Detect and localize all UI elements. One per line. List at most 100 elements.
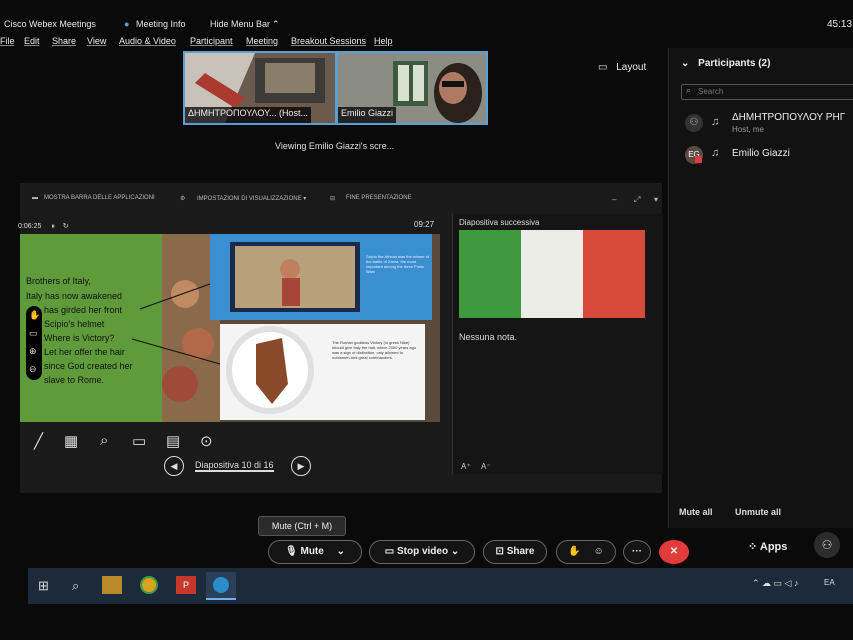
participants-header[interactable]: ⌄ Participants (2) [681,58,770,69]
slide-text-line: Italy has now awakened [26,291,123,301]
slide-text-line: since God created her [44,361,133,371]
menu-meeting[interactable]: Meeting [246,36,278,46]
minimize-icon[interactable]: – [612,195,616,204]
participant-thumbnail-host[interactable]: ΔΗΜΗΤΡΟΠΟΥΛΟΥ... (Host... [183,51,337,125]
apps-button[interactable]: ⁘ Apps [748,540,787,553]
emoji-icon[interactable]: ☺ [594,546,604,557]
menu-breakout-sessions[interactable]: Breakout Sessions [291,36,366,46]
mute-tooltip: Mute (Ctrl + M) [258,516,346,536]
participants-toggle-icon[interactable]: ⚇ [814,532,840,558]
ellipsis-icon: ··· [632,546,642,557]
system-tray-icons[interactable]: ⌃ ☁ ▭ ◁ ♪ [752,578,798,589]
menu-share[interactable]: Share [52,36,76,46]
next-slide-panel: Diapositiva successiva Nessuna nota. A⁺ … [452,214,663,474]
search-icon[interactable]: ⌕ [72,578,79,594]
next-slide-preview[interactable] [459,230,645,318]
slide-caption-blue: Scipio the African was the winner of the… [366,254,430,274]
meeting-clock: 45:13 [827,19,853,30]
subtitles-icon[interactable]: ▤ [166,432,180,450]
powerpoint-icon[interactable]: P [176,576,196,594]
slide-navigation: ◀ Diapositiva 10 di 16 ▶ [160,455,320,477]
thumbnail-name: ΔΗΜΗΤΡΟΠΟΥΛΟΥ... (Host... [185,107,311,123]
chevron-down-icon: ⌄ [681,58,690,69]
hide-menu-bar-button[interactable]: Hide Menu Bar [210,19,270,29]
webex-taskbar-icon[interactable] [206,572,236,600]
chevron-up-icon[interactable]: ⌃ [272,19,280,30]
viewing-status: Viewing Emilio Giazzi's scre... [275,141,395,151]
menu-audio-video[interactable]: Audio & Video [119,36,176,46]
menu-view[interactable]: View [87,36,106,46]
avatar: ⚇ [685,114,703,132]
current-slide: Brothers of Italy, Italy has now awakene… [20,234,440,422]
search-icon: ⌕ [686,85,692,95]
language-indicator[interactable]: EA [824,578,835,587]
more-button[interactable]: ··· [623,540,651,564]
reset-icon[interactable]: ↻ [63,223,69,230]
participant-thumbnail-emilio[interactable]: Emilio Giazzi [336,51,488,125]
stop-video-button[interactable]: ▭ Stop video ⌄ [369,540,475,564]
raise-hand-icon[interactable]: ✋ [568,546,580,557]
os-taskbar: ⊞ ⌕ P ⌃ ☁ ▭ ◁ ♪ EA [28,568,853,604]
zoom-out-icon[interactable]: ⊖ [29,364,37,375]
show-taskbar-button[interactable]: MOSTRA BARRA DELLE APPLICAZIONI [44,195,155,201]
zoom-in-icon[interactable]: ⊕ [29,346,37,357]
hand-icon[interactable]: ✋ [29,310,40,321]
menu-edit[interactable]: Edit [24,36,40,46]
more-options-icon[interactable]: ⊙ [200,432,213,450]
font-decrease-icon[interactable]: A⁻ [481,462,491,471]
search-input[interactable] [698,86,848,97]
font-increase-icon[interactable]: A⁺ [461,462,471,471]
windows-start-icon[interactable]: ⊞ [38,578,49,594]
mute-button[interactable]: 🎙 Mute ⌄ [268,540,362,564]
headset-icon: ♫ [711,147,720,159]
slide-text-line: has girded her front [44,305,123,315]
headset-icon: ♫ [711,116,720,128]
menu-file[interactable]: File [0,36,15,46]
next-slide-label: Diapositiva successiva [459,218,540,227]
participant-row[interactable]: ⚇ ♫ ΔΗΜΗΤΡΟΠΟΥΛΟΥ ΡΗΓ Host, me [681,110,853,140]
elapsed-timer: 0:06:25 ⏸ ↻ [18,223,69,230]
pen-tool-icon[interactable]: ╱ [34,432,43,450]
next-slide-button[interactable]: ▶ [291,456,311,476]
menu-participant[interactable]: Participant [190,36,233,46]
slide-caption-white: The Roman goddess Victory (in greek Nike… [332,340,417,360]
share-icon: ⊡ [495,546,504,557]
slide-text-line: Let her offer the hair [44,347,125,357]
mute-all-button[interactable]: Mute all [679,507,713,517]
display-settings-button[interactable]: IMPOSTAZIONI DI VISUALIZZAZIONE ▾ [197,195,306,202]
magnifier-icon[interactable]: ⌕ [100,432,108,449]
screen-icon[interactable]: ▭ [132,432,146,450]
title-bar: Cisco Webex Meetings ● Meeting Info Hide… [0,10,853,30]
dropdown-icon[interactable]: ▾ [654,195,658,204]
slide-text-line: slave to Rome. [44,375,105,385]
pen-icon[interactable]: ▭ [29,328,38,339]
chrome-icon[interactable] [140,576,158,594]
chevron-down-icon[interactable]: ⌄ [337,546,345,557]
grid-view-icon[interactable]: ▦ [64,432,78,450]
participant-search[interactable]: ⌕ [681,84,853,100]
meeting-info-button[interactable]: Meeting Info [136,19,186,29]
chevron-down-icon[interactable]: ⌄ [451,546,459,557]
previous-slide-button[interactable]: ◀ [164,456,184,476]
file-explorer-icon[interactable] [102,576,122,594]
app-title: Cisco Webex Meetings [4,19,96,29]
muted-badge [695,156,702,163]
slide-counter: Diapositiva 10 di 16 [195,460,274,472]
zoom-controls: ✋ ▭ ⊕ ⊖ [26,306,42,380]
reactions-group[interactable]: ✋ ☺ [556,540,616,564]
layout-icon: ▭ [598,62,608,73]
apps-icon: ⁘ [748,541,758,553]
share-button[interactable]: ⊡ Share [483,540,547,564]
participant-row[interactable]: EG ♫ Emilio Giazzi [681,144,853,168]
info-icon: ● [124,19,130,29]
notes-text: Nessuna nota. [459,332,518,342]
pause-icon[interactable]: ⏸ [51,223,55,230]
menu-help[interactable]: Help [374,36,393,46]
end-meeting-button[interactable]: ✕ [659,540,689,564]
layout-button[interactable]: ▭ Layout [598,62,646,73]
end-presentation-button[interactable]: FINE PRESENTAZIONE [346,195,412,201]
taskbar-icon: ▬ [32,195,38,201]
expand-icon[interactable]: ⤢ [634,195,640,205]
unmute-all-button[interactable]: Unmute all [735,507,781,517]
participant-name: Emilio Giazzi [732,148,790,159]
